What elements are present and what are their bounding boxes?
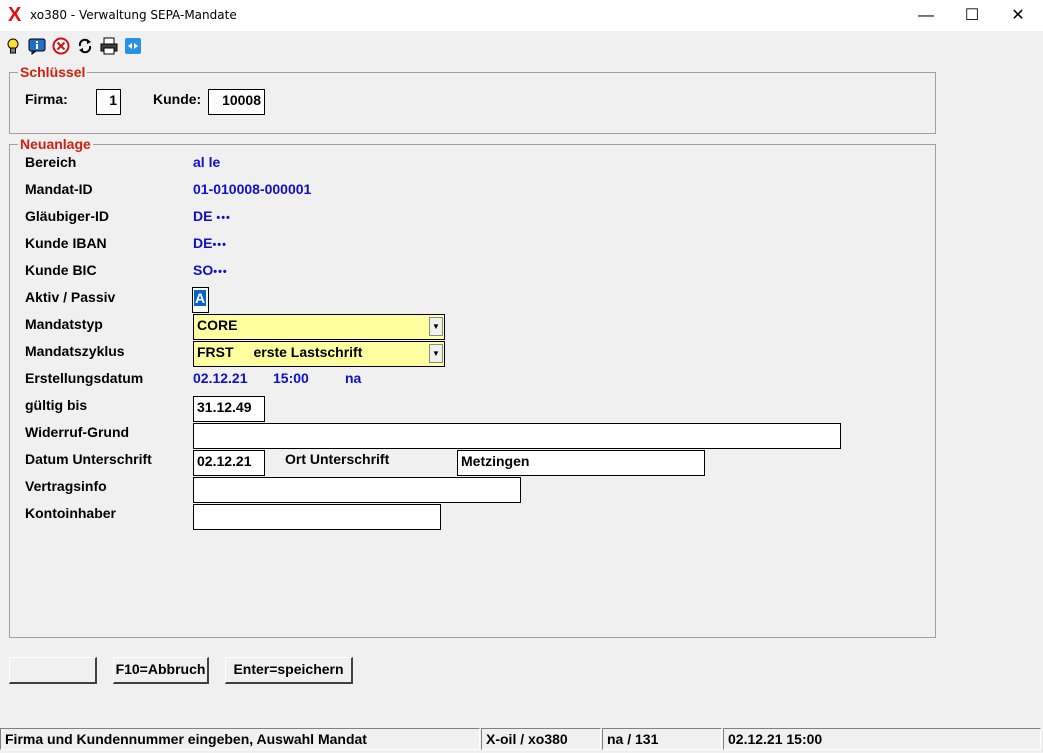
widerruf-grund-label: Widerruf-Grund <box>25 424 130 440</box>
maximize-button[interactable]: ☐ <box>949 0 995 31</box>
iban-value: DE••• <box>193 235 228 251</box>
zyklus-text: erste Lastschrift <box>253 344 363 360</box>
mandatstyp-value: CORE <box>197 317 238 333</box>
status-app: X-oil / xo380 <box>481 728 601 750</box>
gueltig-bis-field[interactable]: 31.12.49 <box>193 396 265 422</box>
kontoinhaber-field[interactable] <box>193 504 441 530</box>
info-icon[interactable] <box>28 37 46 55</box>
erstellungsdatum-user: na <box>345 370 362 386</box>
mandatstyp-select[interactable]: CORE ▼ <box>193 314 445 340</box>
toolbar <box>0 31 1043 61</box>
mandatstyp-label: Mandatstyp <box>25 316 103 332</box>
lightbulb-icon[interactable] <box>4 37 22 55</box>
window-title: xo380 - Verwaltung SEPA-Mandate <box>30 8 237 22</box>
iban-label: Kunde IBAN <box>25 235 107 251</box>
firma-label: Firma: <box>25 91 68 107</box>
firma-field[interactable]: 1 <box>96 89 121 115</box>
mandatszyklus-label: Mandatszyklus <box>25 343 125 359</box>
neuanlage-group <box>9 144 936 638</box>
printer-icon[interactable] <box>100 37 118 55</box>
gueltig-bis-label: gültig bis <box>25 397 88 413</box>
erstellungsdatum-time: 15:00 <box>273 370 309 386</box>
cancel-icon[interactable] <box>52 37 70 55</box>
ort-unterschrift-field[interactable]: Metzingen <box>457 450 705 476</box>
vertragsinfo-field[interactable] <box>193 477 521 503</box>
aktiv-passiv-field[interactable]: A <box>192 287 209 313</box>
refresh-icon[interactable] <box>76 37 94 55</box>
minimize-button[interactable]: — <box>903 0 949 31</box>
aktiv-passiv-label: Aktiv / Passiv <box>25 289 116 305</box>
app-logo-icon: X <box>8 4 22 26</box>
glaeubiger-id-value: DE ••• <box>193 208 231 224</box>
bereich-value: al le <box>193 154 221 170</box>
masked-dots: ••• <box>216 212 231 224</box>
zyklus-code: FRST <box>197 344 234 360</box>
masked-dots: ••• <box>213 266 228 278</box>
mandat-id-value: 01-010008-000001 <box>193 181 312 197</box>
erstellungsdatum-date: 02.12.21 <box>193 370 248 386</box>
close-button[interactable]: ✕ <box>995 0 1041 31</box>
aktiv-passiv-selected: A <box>194 290 207 306</box>
ort-unterschrift-label: Ort Unterschrift <box>285 451 390 467</box>
kontoinhaber-label: Kontoinhaber <box>25 505 116 521</box>
speichern-button[interactable]: Enter=speichern <box>225 657 353 684</box>
masked-dots: ••• <box>212 239 228 251</box>
bic-value: SO••• <box>193 262 228 278</box>
datum-unterschrift-label: Datum Unterschrift <box>25 451 152 467</box>
glaeubiger-id-label: Gläubiger-ID <box>25 208 110 224</box>
bereich-label: Bereich <box>25 154 77 170</box>
schluessel-legend: Schlüssel <box>18 64 88 80</box>
blank-button[interactable] <box>9 657 97 684</box>
mandatszyklus-select[interactable]: FRST erste Lastschrift ▼ <box>193 341 445 367</box>
bic-label: Kunde BIC <box>25 262 97 278</box>
neuanlage-legend: Neuanlage <box>18 136 93 152</box>
widerruf-grund-field[interactable] <box>193 423 841 449</box>
erstellungsdatum-label: Erstellungsdatum <box>25 370 144 386</box>
schluessel-group <box>9 72 936 134</box>
status-user: na / 131 <box>602 728 722 750</box>
vertragsinfo-label: Vertragsinfo <box>25 478 107 494</box>
kunde-label: Kunde: <box>153 91 202 107</box>
remote-icon[interactable] <box>124 37 142 55</box>
datum-unterschrift-field[interactable]: 02.12.21 <box>193 450 265 476</box>
mandat-id-label: Mandat-ID <box>25 181 93 197</box>
status-datetime: 02.12.21 15:00 <box>723 728 1041 750</box>
status-message: Firma und Kundennummer eingeben, Auswahl… <box>0 728 480 750</box>
abbruch-button[interactable]: F10=Abbruch <box>113 657 209 684</box>
chevron-down-icon[interactable]: ▼ <box>429 344 443 363</box>
kunde-field[interactable]: 10008 <box>208 89 265 115</box>
chevron-down-icon[interactable]: ▼ <box>429 317 443 336</box>
